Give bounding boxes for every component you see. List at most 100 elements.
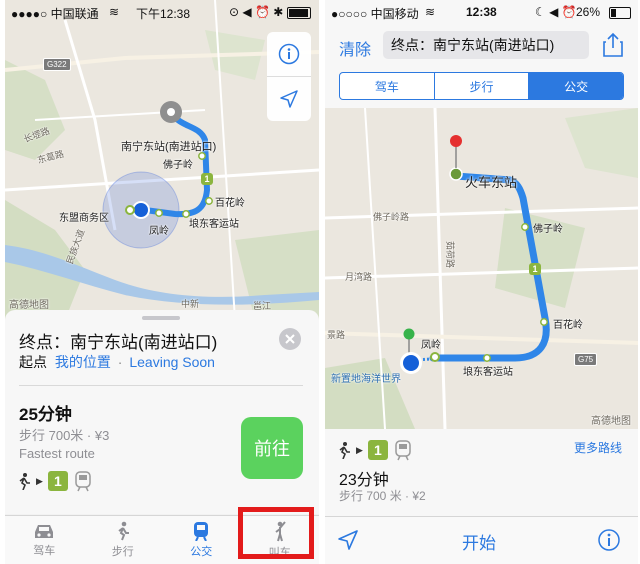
map-label-baihualing: 百花岭 [553, 320, 583, 331]
tab-ride-label: 叫车 [268, 547, 291, 559]
route-steps: ▶ 1 [17, 470, 93, 492]
sheet-grabber[interactable] [142, 316, 180, 320]
right-map[interactable]: 火车东站 佛子岭 佛子岭路 百花岭 凤岭 埌东客运站 月湾路 景路 新置地海洋世… [325, 108, 638, 429]
fastest-route-label: Fastest route [19, 446, 95, 461]
map-label-station: 火车东站 [465, 175, 518, 190]
map-label-ocean: 新置地海洋世界 [331, 374, 401, 385]
sheet-divider [19, 385, 303, 386]
tab-ride[interactable]: 叫车 [241, 516, 320, 564]
status-time: 12:38 [466, 5, 497, 19]
map-label-kundong: 埌东客运站 [463, 367, 513, 378]
map-logo: 高德地图 [591, 416, 631, 427]
map-logo: 高德地图 [9, 300, 49, 311]
destination-field[interactable]: 终点：南宁东站(南进站口) [383, 31, 589, 59]
battery-icon [287, 7, 311, 19]
metro-line-1-badge: 1 [47, 471, 68, 491]
close-icon [285, 334, 295, 344]
status-icons: ☾ ◀ ⏰ [535, 5, 577, 19]
start-value-link[interactable]: 我的位置 [55, 354, 111, 370]
map-label-baihualing: 百花岭 [215, 198, 245, 209]
bottom-toolbar: 开始 [325, 516, 638, 564]
route-detail: 步行 700 米 · ¥2 [339, 489, 426, 503]
share-button[interactable] [601, 32, 625, 58]
battery-percent: 26% [576, 5, 601, 19]
map-label-fengling: 凤岭 [421, 340, 441, 351]
go-button-label: 前往 [254, 439, 290, 459]
left-map[interactable]: 南宁东站(南进站口) 佛子岭 百花岭 东盟商务区 凤岭 埌东客运站 长堽路 东葛… [5, 0, 319, 320]
location-arrow-icon [280, 90, 298, 108]
segment-drive[interactable]: 驾车 [340, 73, 434, 99]
map-label-fengling: 凤岭 [149, 226, 169, 237]
tab-walk-label: 步行 [111, 546, 134, 558]
left-status-bar: ●●●●○ 中国联通 ≋ 下午12:38 ⊙ ◀ ⏰ ✱ [5, 0, 319, 24]
map-label-zhongxin: 中新 [181, 299, 200, 309]
wifi-icon: ≋ [109, 5, 120, 19]
start-row: 起点 我的位置 · Leaving Soon [19, 352, 215, 372]
train-icon [395, 440, 411, 461]
status-icons: ⊙ ◀ ⏰ ✱ [229, 5, 284, 19]
status-time: 下午12:38 [136, 7, 191, 21]
tab-transit-label: 公交 [190, 546, 213, 558]
route-duration: 25分钟 [19, 405, 72, 424]
info-icon [278, 43, 300, 65]
map-label-yuntong: 茹荷路 [445, 240, 456, 269]
locate-button[interactable] [337, 529, 359, 556]
clear-button[interactable]: 清除 [339, 36, 371, 60]
right-status-bar: ●○○○○ 中国移动 ≋ 12:38 ☾ ◀ ⏰ 26% [325, 0, 638, 24]
close-button[interactable] [279, 328, 301, 350]
carrier-label: ●○○○○ 中国移动 [331, 7, 419, 21]
route-steps: ▶ 1 [337, 439, 413, 461]
info-icon [598, 529, 620, 551]
tab-drive-label: 驾车 [33, 545, 56, 557]
transport-tab-bar: 驾车 步行 公交 叫车 [5, 515, 319, 564]
separator-dot: · [117, 354, 123, 370]
more-routes-link[interactable]: 更多路线 [574, 439, 622, 456]
wifi-icon: ≋ [425, 5, 436, 19]
mode-segmented-control: 驾车 步行 公交 [339, 72, 624, 100]
start-label: 起点 [19, 354, 47, 370]
metro-line-badge: 1 [201, 173, 213, 185]
route-sheet: 终点：南宁东站(南进站口) 起点 我的位置 · Leaving Soon 25分… [5, 310, 319, 514]
route-detail: 步行 700米 · ¥3 [19, 428, 110, 443]
map-label-jing-road: 景路 [327, 330, 346, 340]
car-icon [35, 525, 54, 538]
walk-icon [339, 442, 350, 459]
leaving-soon-link[interactable]: Leaving Soon [129, 354, 215, 370]
step-arrow-icon: ▶ [356, 444, 363, 455]
highway-shield-g75: G75 [574, 353, 598, 366]
highway-shield-g322: G322 [43, 58, 71, 71]
transit-icon [194, 522, 209, 541]
battery-icon [609, 7, 631, 19]
right-phone: ●○○○○ 中国移动 ≋ 12:38 ☾ ◀ ⏰ 26% 清除 终点：南宁东站(… [325, 0, 638, 564]
hail-icon [275, 521, 286, 542]
go-button[interactable]: 前往 [241, 417, 303, 479]
share-icon [603, 32, 623, 57]
tab-transit[interactable]: 公交 [162, 516, 241, 564]
destination-title: 终点：南宁东站(南进站口) [19, 333, 218, 352]
train-icon [75, 471, 91, 492]
location-arrow-icon [338, 530, 358, 550]
route-panel[interactable]: 更多路线 ▶ 1 23分钟 步行 700 米 · ¥2 [325, 429, 638, 516]
segment-walk[interactable]: 步行 [433, 73, 529, 99]
locate-button[interactable] [267, 77, 311, 121]
metro-line-1-badge: 1 [367, 440, 388, 460]
tab-drive[interactable]: 驾车 [5, 516, 84, 564]
info-button[interactable] [267, 32, 311, 77]
walk-tab-icon [118, 521, 129, 541]
carrier-label: ●●●●○ 中国联通 [11, 7, 99, 21]
map-label-foziling: 佛子岭 [533, 224, 563, 235]
info-button[interactable] [597, 528, 621, 557]
map-label-dongmeng: 东盟商务区 [59, 213, 109, 224]
map-label-kundong: 埌东客运站 [189, 219, 239, 230]
tab-walk[interactable]: 步行 [84, 516, 163, 564]
metro-line-badge: 1 [529, 263, 541, 275]
map-label-yuecheng: 月湾路 [345, 272, 373, 282]
walk-icon [19, 473, 30, 490]
start-button[interactable]: 开始 [462, 529, 496, 554]
map-label-station: 南宁东站(南进站口) [121, 141, 217, 153]
left-phone: 南宁东站(南进站口) 佛子岭 百花岭 东盟商务区 凤岭 埌东客运站 长堽路 东葛… [5, 0, 319, 564]
map-label-foziling: 佛子岭 [163, 160, 193, 171]
segment-transit[interactable]: 公交 [528, 73, 623, 99]
map-label-foziling-road: 佛子岭路 [373, 212, 410, 222]
step-arrow-icon: ▶ [36, 475, 43, 486]
